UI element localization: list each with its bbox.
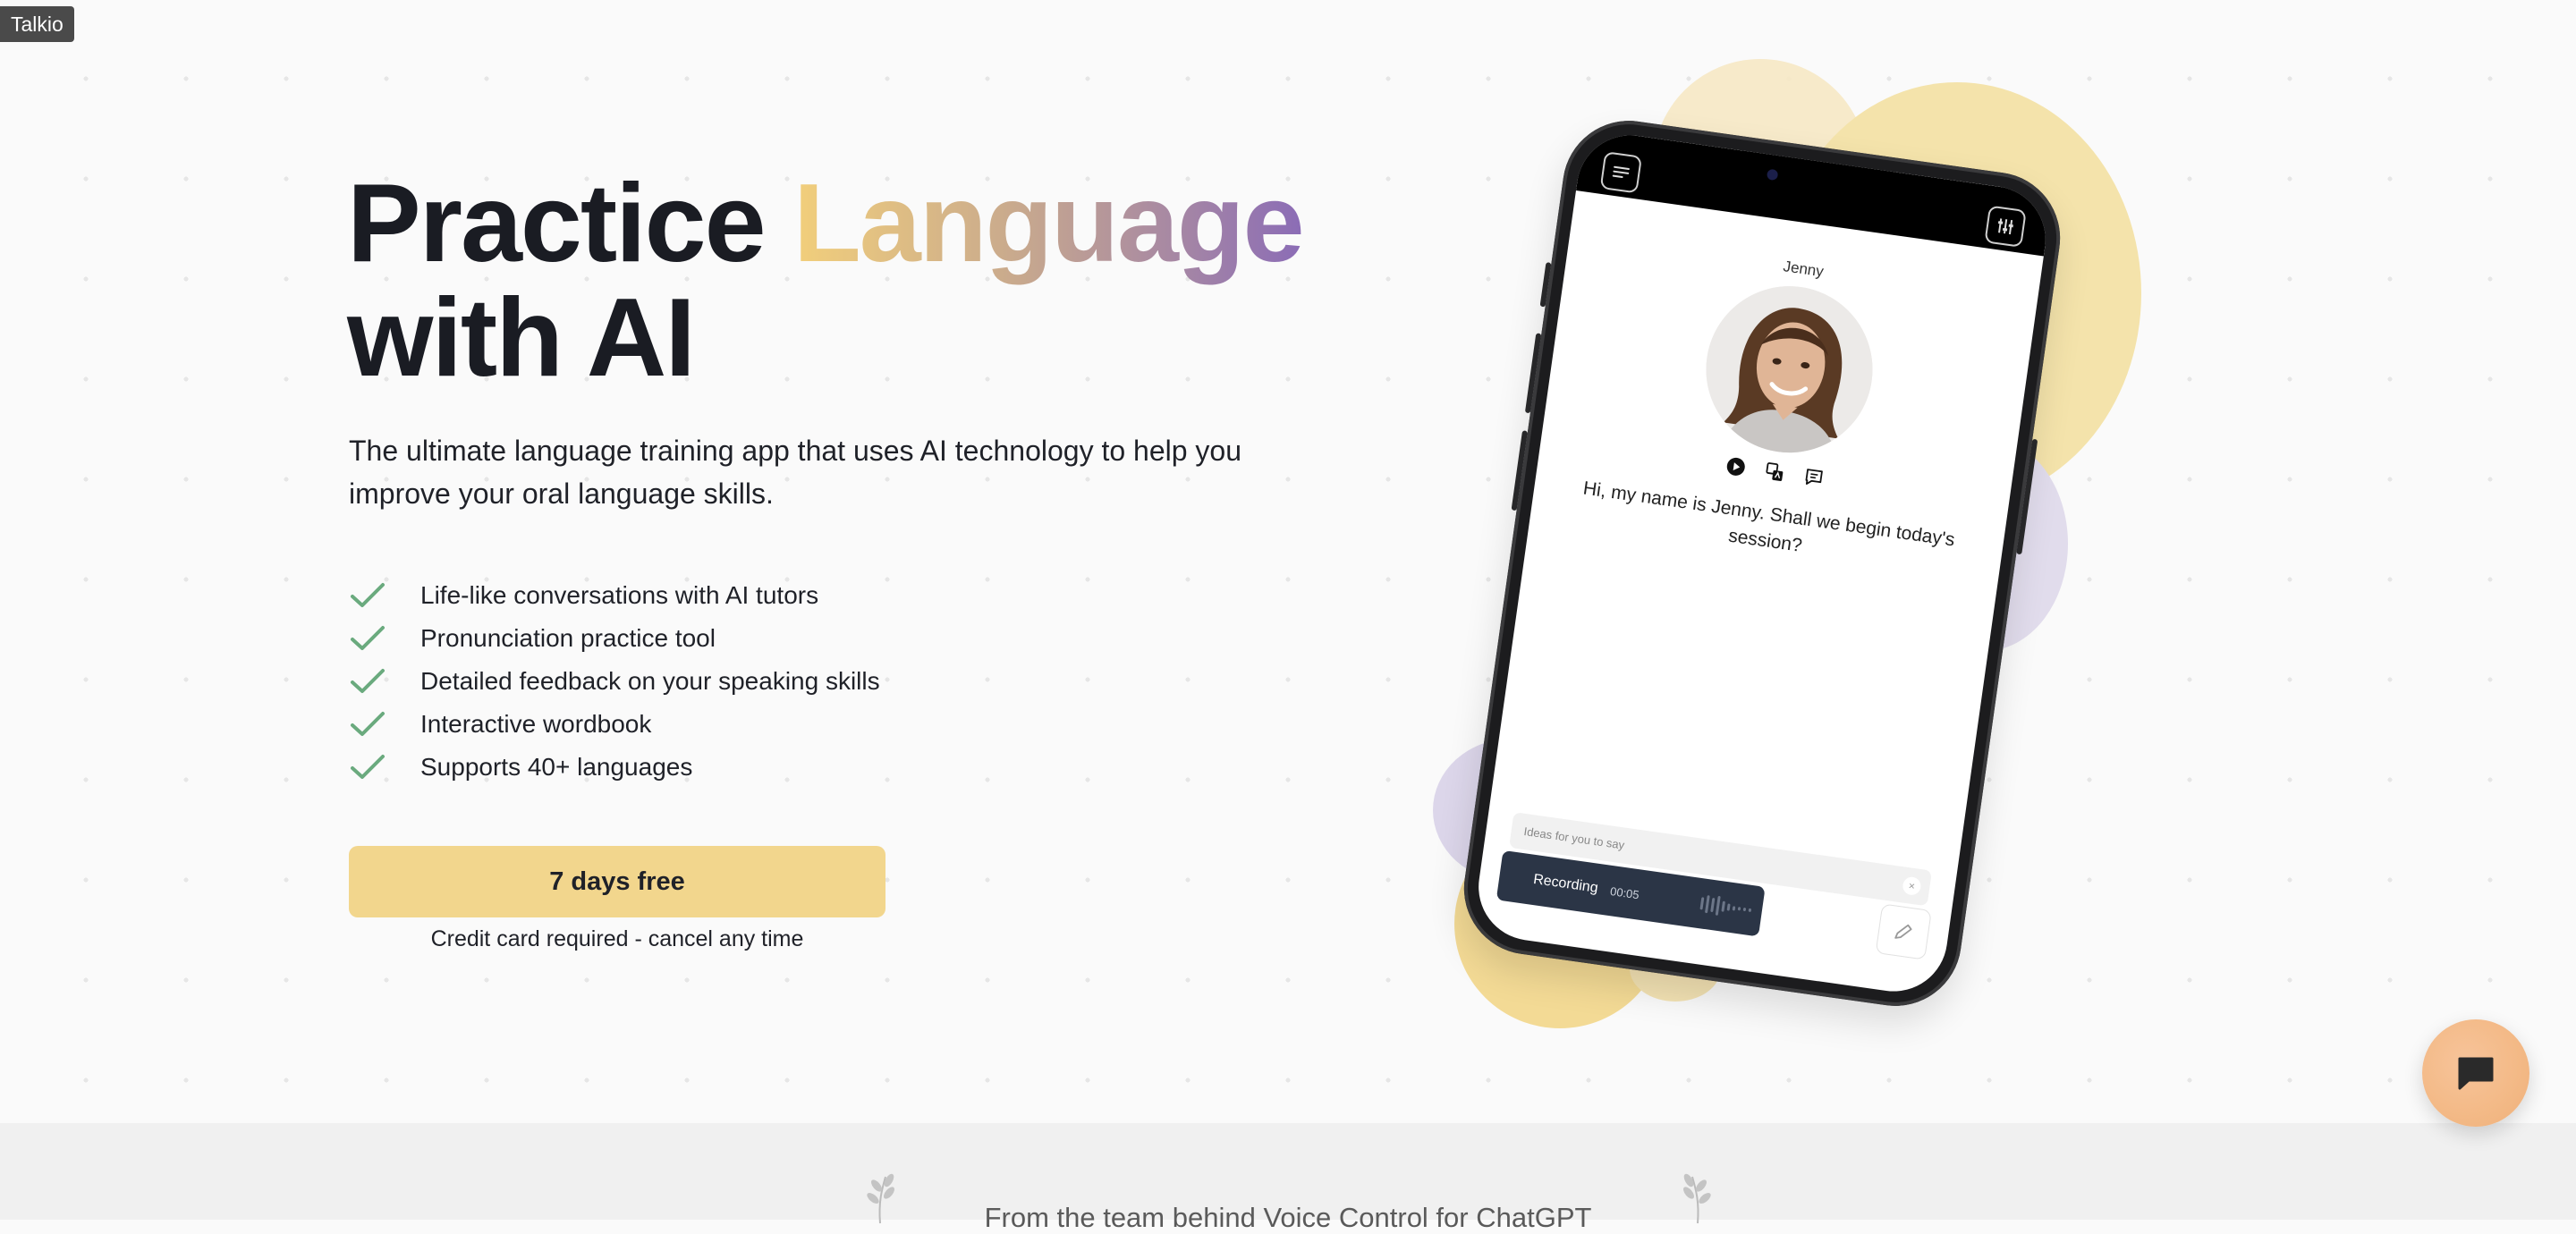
check-icon: [349, 620, 386, 657]
chat-bubble-icon: [2458, 1057, 2494, 1090]
feature-label: Life-like conversations with AI tutors: [420, 581, 819, 609]
cta-note: Credit card required - cancel any time: [430, 926, 804, 951]
social-proof-text: From the team behind Voice Control for C…: [984, 1202, 1592, 1233]
close-icon[interactable]: ×: [1902, 875, 1922, 897]
record-dot-icon: [1514, 869, 1517, 885]
sliders-icon[interactable]: [1984, 205, 2027, 248]
tutor-message: Hi, my name is Jenny. Shall we begin tod…: [1581, 478, 1956, 556]
recording-time: 00:05: [1609, 883, 1640, 901]
social-proof-band: From the team behind Voice Control for C…: [0, 1123, 2576, 1233]
feature-label: Interactive wordbook: [420, 710, 652, 738]
ideas-placeholder: Ideas for you to say: [1522, 824, 1626, 852]
check-icon: [349, 663, 386, 700]
hero-title: Practice Language with AI: [347, 166, 1305, 395]
hero-title-part1: Practice: [347, 162, 794, 285]
menu-icon[interactable]: [1599, 151, 1643, 194]
feature-item: Interactive wordbook: [349, 703, 880, 746]
feature-item: Detailed feedback on your speaking skill…: [349, 660, 880, 703]
chat-button[interactable]: [2422, 1019, 2529, 1127]
feature-label: Pronunciation practice tool: [420, 624, 716, 652]
recording-label: Recording: [1532, 871, 1599, 896]
free-trial-button[interactable]: 7 days free: [349, 846, 886, 917]
feature-item: Pronunciation practice tool: [349, 617, 880, 660]
feature-item: Supports 40+ languages: [349, 746, 880, 789]
check-icon: [349, 706, 386, 743]
tutor-avatar: [1695, 275, 1884, 464]
translate-icon[interactable]: [1764, 461, 1786, 484]
transcript-icon[interactable]: [1802, 467, 1825, 489]
edit-icon[interactable]: [1875, 903, 1932, 960]
play-icon[interactable]: [1724, 455, 1747, 478]
camera-icon: [1766, 168, 1779, 182]
phone-screen: Jenny Hi, my name is Jenny. Shall we beg…: [1471, 128, 2053, 999]
check-icon: [349, 577, 386, 614]
feature-item: Life-like conversations with AI tutors: [349, 574, 880, 617]
laurel-right-icon: [1683, 1173, 1711, 1224]
feature-list: Life-like conversations with AI tutors P…: [349, 574, 880, 789]
message-actions: [1724, 455, 1825, 488]
check-icon: [349, 748, 386, 786]
feature-label: Supports 40+ languages: [420, 753, 693, 781]
hero-title-highlight: Language: [793, 162, 1305, 285]
hero-title-part2: with AI: [347, 276, 696, 400]
waveform-icon: [1699, 893, 1753, 920]
feature-label: Detailed feedback on your speaking skill…: [420, 667, 880, 695]
page-title-tooltip: Talkio: [0, 6, 74, 42]
hero-subtitle: The ultimate language training app that …: [349, 435, 1242, 510]
